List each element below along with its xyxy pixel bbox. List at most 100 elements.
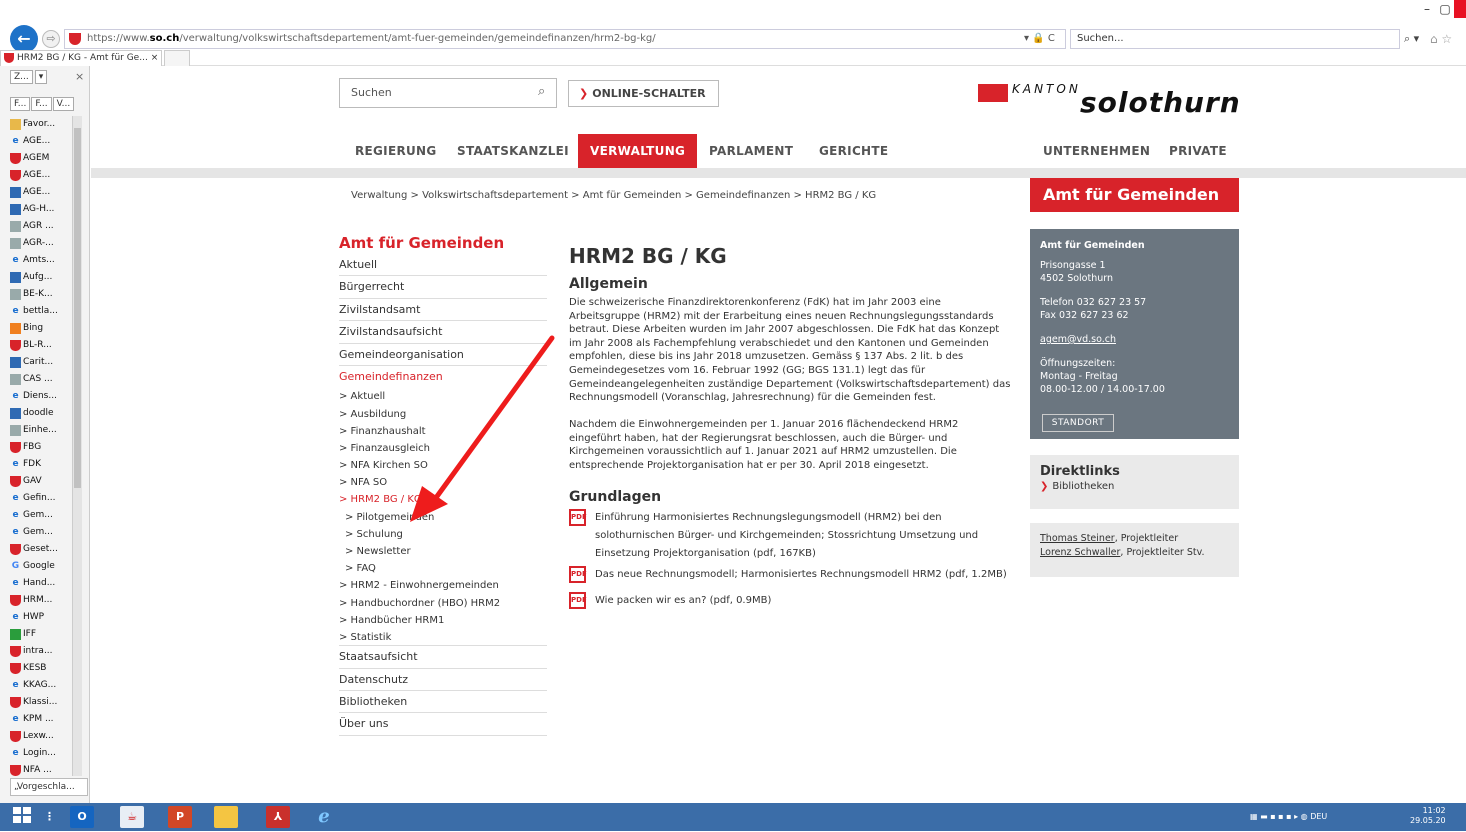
sidebar-tab[interactable]: F...	[31, 97, 52, 111]
sidebar-tab[interactable]: V...	[52, 97, 75, 111]
left-nav-item[interactable]: Datenschutz	[339, 669, 547, 691]
online-schalter-button[interactable]: ❯ ONLINE-SCHALTER	[568, 80, 719, 107]
left-nav-item[interactable]: Bibliotheken	[339, 691, 547, 714]
scrollbar-thumb[interactable]	[74, 128, 81, 488]
browser-search-icon[interactable]: ⌕ ▾	[1404, 29, 1419, 49]
breadcrumb[interactable]: Verwaltung > Volkswirtschaftsdepartement…	[351, 190, 876, 201]
left-nav-title[interactable]: Amt für Gemeinden	[339, 234, 504, 252]
left-nav-subitem[interactable]: > Newsletter	[339, 543, 547, 560]
language-indicator[interactable]: DEU	[1310, 812, 1327, 821]
main-nav-item[interactable]: REGIERUNG	[343, 134, 449, 168]
browser-titlebar	[0, 0, 1466, 22]
close-window-button[interactable]	[1454, 0, 1466, 18]
project-leader-link[interactable]: Thomas Steiner	[1040, 533, 1115, 544]
main-nav-item[interactable]: UNTERNEHMEN	[1031, 134, 1162, 168]
favorite-label: CAS ...	[23, 374, 53, 384]
direktlinks-title: Direktlinks	[1040, 464, 1120, 479]
header-divider-band	[91, 168, 1466, 178]
minimize-button[interactable]: –	[1418, 0, 1436, 18]
sidebar-dropdown-label[interactable]: Z...	[10, 70, 33, 84]
sidebar-view-dropdown[interactable]: Z... ▾	[10, 70, 49, 84]
paragraph-projekt: Nachdem die Einwohnergemeinden per 1. Ja…	[569, 419, 959, 471]
left-nav-item[interactable]: Über uns	[339, 713, 547, 736]
file-explorer-icon[interactable]	[214, 806, 238, 828]
favorite-favicon-icon	[10, 476, 21, 487]
direktlink-bibliotheken[interactable]: ❯ Bibliotheken	[1040, 481, 1229, 492]
tab-strip	[0, 50, 1466, 66]
suggested-sites-item[interactable]: „Vorgeschla...	[10, 778, 88, 796]
sidebar-scrollbar[interactable]	[72, 116, 82, 776]
hours-days: Montag - Freitag	[1040, 371, 1118, 382]
standort-button[interactable]: STANDORT	[1042, 414, 1114, 432]
left-nav-item[interactable]: Bürgerrecht	[339, 276, 547, 299]
favorite-label: AGE...	[23, 187, 51, 197]
main-nav-item[interactable]: GERICHTE	[807, 134, 900, 168]
main-nav-item[interactable]: VERWALTUNG	[578, 134, 698, 168]
favorite-favicon-icon: e	[12, 748, 19, 758]
project-leader-link[interactable]: Lorenz Schwaller	[1040, 547, 1120, 558]
main-nav-item[interactable]: PARLAMENT	[697, 134, 805, 168]
forward-button[interactable]: ⇨	[42, 30, 60, 48]
favorite-favicon-icon	[10, 187, 21, 198]
main-nav-item[interactable]: PRIVATE	[1157, 134, 1239, 168]
contact-fax: Fax 032 627 23 62	[1040, 310, 1129, 321]
outlook-icon[interactable]: O	[70, 806, 94, 828]
document-link[interactable]: PDF Das neue Rechnungsmodell; Harmonisie…	[569, 566, 1009, 584]
logo-solothurn-text[interactable]: solothurn	[1080, 86, 1241, 119]
left-nav-subitem[interactable]: > Handbücher HRM1	[339, 612, 547, 629]
left-nav-item[interactable]: Staatsaufsicht	[339, 646, 547, 669]
favorite-label: Diens...	[23, 391, 57, 401]
hours-times: 08.00-12.00 / 14.00-17.00	[1040, 384, 1165, 395]
tab-close-icon[interactable]: ×	[151, 53, 159, 63]
left-nav-subitem[interactable]: > HRM2 - Einwohnergemeinden	[339, 577, 547, 594]
favorite-favicon-icon	[10, 765, 21, 776]
document-link[interactable]: PDF Wie packen wir es an? (pdf, 0.9MB)	[569, 592, 1009, 610]
sidebar-close-icon[interactable]: ×	[75, 70, 84, 83]
system-tray[interactable]: ▦ ▬ ▪ ▪ ▪ ▸ ◍ DEU	[1250, 803, 1327, 831]
powerpoint-icon[interactable]: P	[168, 806, 192, 828]
favorite-label: Login...	[23, 748, 56, 758]
document-link-text[interactable]: Einführung Harmonisiertes Rechnungslegun…	[595, 509, 1009, 563]
address-bar-icons[interactable]: ▾ 🔒 C	[1024, 29, 1055, 49]
tray-icons[interactable]: ▦ ▬ ▪ ▪ ▪ ▸ ◍	[1250, 812, 1310, 821]
browser-tab[interactable]: HRM2 BG / KG - Amt für Ge... ×	[0, 50, 162, 66]
document-link-text[interactable]: Das neue Rechnungsmodell; Harmonisiertes…	[595, 566, 1009, 584]
task-view-icon[interactable]: ⋮	[44, 806, 55, 828]
chevron-down-icon[interactable]: ▾	[34, 70, 48, 84]
site-search-input[interactable]: Suchen	[339, 78, 557, 108]
back-button[interactable]: ←	[10, 25, 38, 53]
address-bar[interactable]: https://www.so.ch/verwaltung/volkswirtsc…	[64, 29, 1066, 49]
left-nav-item[interactable]: Zivilstandsamt	[339, 299, 547, 322]
browser-search-input[interactable]: Suchen...	[1070, 29, 1400, 49]
new-tab-button[interactable]	[164, 50, 190, 66]
paragraph-intro: Die schweizerische Finanzdirektorenkonfe…	[569, 297, 1011, 404]
section-heading-allgemein: Allgemein	[569, 276, 648, 292]
document-link-text[interactable]: Wie packen wir es an? (pdf, 0.9MB)	[595, 592, 1009, 610]
left-nav-subitem[interactable]: > Statistik	[339, 629, 547, 647]
document-link[interactable]: PDF Einführung Harmonisiertes Rechnungsl…	[569, 509, 1009, 563]
tab-favicon	[4, 53, 14, 63]
online-schalter-label: ONLINE-SCHALTER	[592, 87, 706, 100]
java-icon[interactable]: ☕	[120, 806, 144, 828]
search-icon[interactable]: ⌕	[538, 84, 545, 99]
maximize-button[interactable]: ▢	[1436, 0, 1454, 18]
favorite-favicon-icon	[10, 442, 21, 453]
section-heading-grundlagen: Grundlagen	[569, 489, 662, 505]
kanton-flag-logo-icon[interactable]	[978, 84, 1008, 102]
sidebar-tab[interactable]: F...	[10, 97, 31, 111]
left-nav-subitem[interactable]: > FAQ	[339, 560, 547, 577]
internet-explorer-icon[interactable]: ℯ	[312, 806, 336, 828]
favorite-favicon-icon: e	[12, 459, 19, 469]
clock[interactable]: 11:02 29.05.20	[1410, 806, 1446, 826]
home-favorites-icons[interactable]: ⌂ ☆	[1430, 29, 1452, 49]
contact-email-link[interactable]: agem@vd.so.ch	[1040, 333, 1229, 346]
acrobat-icon[interactable]: ⅄	[266, 806, 290, 828]
logo-kanton-text[interactable]: KANTON	[1012, 82, 1081, 96]
main-nav-item[interactable]: STAATSKANZLEI	[445, 134, 581, 168]
favorite-favicon-icon	[10, 340, 21, 351]
left-nav-subitem[interactable]: > Handbuchordner (HBO) HRM2	[339, 595, 547, 612]
left-nav-item[interactable]: Aktuell	[339, 254, 547, 277]
favorite-favicon-icon: e	[12, 493, 19, 503]
favorite-label: Bing	[23, 323, 44, 333]
windows-start-icon[interactable]	[10, 806, 34, 828]
